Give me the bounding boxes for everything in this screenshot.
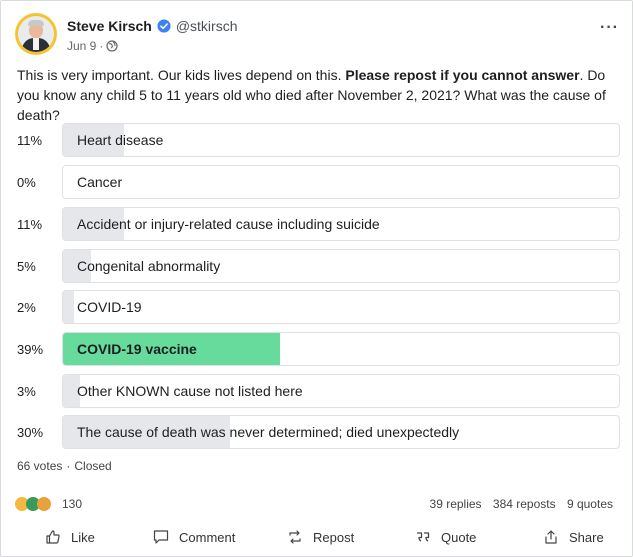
poll-option: 3% Other KNOWN cause not listed here [1,374,633,408]
verified-icon [157,19,171,33]
quotes-count[interactable]: 9 quotes [567,497,613,511]
poll-option-percent: 11% [17,133,43,148]
reposts-count[interactable]: 384 reposts [493,497,556,511]
poll-option: 11% Accident or injury-related cause inc… [1,207,633,241]
more-icon[interactable]: ··· [600,19,619,37]
poll-option-bar: Heart disease [62,123,620,157]
like-label: Like [71,529,95,545]
poll-option-winner: 39% COVID-19 vaccine [1,332,633,366]
poll-option-label: Heart disease [77,132,164,148]
poll-status: Closed [74,459,112,473]
poll-option-bar: Accident or injury-related cause includi… [62,207,620,241]
poll-summary: 66 votes · Closed [17,459,112,473]
like-button[interactable]: Like [45,529,95,545]
post-header: Steve Kirsch @stkirsch Jun 9 · ··· [15,13,619,59]
post-text-part: This is very important. Our kids lives d… [17,67,346,83]
post-text: This is very important. Our kids lives d… [17,65,617,125]
post-meta: Jun 9 · [67,39,118,53]
author-handle[interactable]: @stkirsch [176,18,238,34]
quote-label: Quote [441,529,477,545]
reaction-count[interactable]: 130 [62,497,82,511]
share-label: Share [569,529,604,545]
like-icon [46,530,60,544]
share-button[interactable]: Share [543,529,604,545]
replies-count[interactable]: 39 replies [430,497,482,511]
quote-icon [417,532,430,542]
poll-option-label: Congenital abnormality [77,258,221,274]
poll-option-percent: 2% [17,300,36,315]
author-name[interactable]: Steve Kirsch [67,18,152,34]
repost-button[interactable]: Repost [287,529,354,545]
poll-option-bar: Cancer [62,165,620,199]
poll-option: 2% COVID-19 [1,290,633,324]
poll-option: 30% The cause of death was never determi… [1,415,633,449]
vote-count: 66 votes [17,459,63,473]
globe-icon [106,40,118,52]
meta-separator: · [99,39,104,53]
comment-icon [153,530,169,544]
poll-option-bar: COVID-19 vaccine [62,332,620,366]
thumbs-down-reaction-icon [37,497,51,511]
poll-option-percent: 11% [17,217,43,232]
summary-separator: · [66,459,71,473]
poll-option: 5% Congenital abnormality [1,249,633,283]
share-icon [545,530,557,544]
engagement-stats: 130 39 replies 384 reposts 9 quotes [15,497,619,515]
poll-option-label: Other KNOWN cause not listed here [77,383,303,399]
poll-option-percent: 3% [17,384,36,399]
poll-option-fill [63,291,75,323]
poll-option-bar: The cause of death was never determined;… [62,415,620,449]
reactions[interactable]: 130 [15,497,82,511]
post-card: Steve Kirsch @stkirsch Jun 9 · ··· This … [0,0,633,557]
poll-option-label: The cause of death was never determined;… [77,424,460,440]
poll-option: 0% Cancer [1,165,633,199]
comment-label: Comment [179,529,236,545]
poll-option-percent: 39% [17,342,44,357]
share-stats: 39 replies 384 reposts 9 quotes [422,497,613,511]
repost-icon [289,530,301,544]
poll-option-label: COVID-19 [77,299,142,315]
author-row: Steve Kirsch @stkirsch [67,18,238,34]
post-text-bold: Please repost if you cannot answer [345,67,580,83]
poll-option: 11% Heart disease [1,123,633,157]
poll-option-percent: 5% [17,259,36,274]
post-date[interactable]: Jun 9 [67,39,96,53]
poll-option-bar: Other KNOWN cause not listed here [62,374,620,408]
poll-option-label: Accident or injury-related cause includi… [77,216,380,232]
poll-option-bar: Congenital abnormality [62,249,620,283]
poll-option-percent: 30% [17,425,44,440]
poll-option-bar: COVID-19 [62,290,620,324]
avatar[interactable] [15,13,57,55]
poll-option-label: COVID-19 vaccine [77,341,197,357]
action-bar: Like Comment Repost Quote Share [1,524,633,554]
poll-option-label: Cancer [77,174,123,190]
comment-button[interactable]: Comment [153,529,235,545]
quote-button[interactable]: Quote [415,529,476,545]
repost-label: Repost [313,529,355,545]
poll-option-percent: 0% [17,175,36,190]
